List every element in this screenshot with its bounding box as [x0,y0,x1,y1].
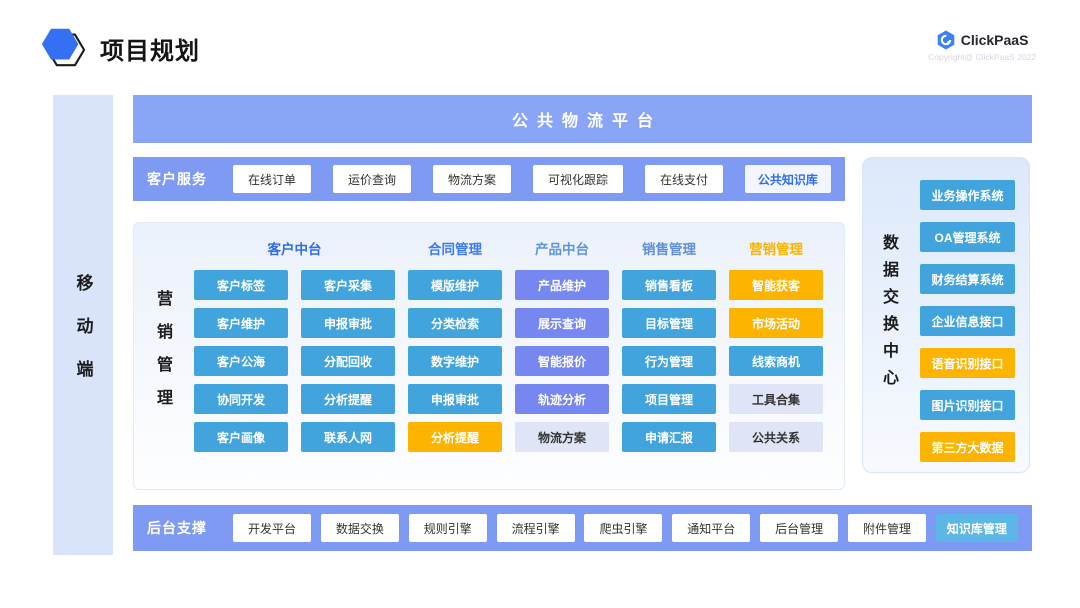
backend-button[interactable]: 规则引擎 [409,514,487,542]
module-chip[interactable]: 智能获客 [729,270,823,300]
module-chip[interactable]: 产品维护 [515,270,609,300]
exchange-chip[interactable]: 企业信息接口 [920,306,1015,336]
module-chip[interactable]: 联系人网 [301,422,395,452]
mobile-side-bar: 移动端 [53,95,113,555]
module-chip[interactable]: 分类检索 [408,308,502,338]
module-chip[interactable]: 轨迹分析 [515,384,609,414]
module-grid: 客户中台合同管理产品中台销售管理营销管理 客户标签客户采集模版维护产品维护销售看… [194,238,823,452]
module-chip[interactable]: 目标管理 [622,308,716,338]
clickpaas-logo-icon [936,30,956,50]
platform-banner: 公共物流平台 [133,95,1032,143]
backend-button[interactable]: 爬虫引擎 [584,514,662,542]
page-title: 项目规划 [100,31,200,66]
column-header: 合同管理 [408,238,502,258]
exchange-chip[interactable]: 财务结算系统 [920,264,1015,294]
customer-service-label: 客户服务 [147,169,207,189]
title-hexagon-icon [40,24,86,70]
exchange-chip[interactable]: 第三方大数据 [920,432,1015,462]
module-chip[interactable]: 数字维护 [408,346,502,376]
exchange-chip[interactable]: OA管理系统 [920,222,1015,252]
backend-button[interactable]: 数据交换 [321,514,399,542]
module-chip[interactable]: 客户采集 [301,270,395,300]
customer-service-button[interactable]: 公共知识库 [745,165,831,193]
customer-service-buttons: 在线订单运价查询物流方案可视化跟踪在线支付公共知识库 [233,165,831,193]
module-chip[interactable]: 行为管理 [622,346,716,376]
column-header: 营销管理 [729,238,823,258]
module-chip[interactable]: 申报审批 [301,308,395,338]
module-chip[interactable]: 分析提醒 [408,422,502,452]
module-chip[interactable]: 申请汇报 [622,422,716,452]
module-chip[interactable]: 客户标签 [194,270,288,300]
exchange-chip[interactable]: 图片识别接口 [920,390,1015,420]
module-chip[interactable]: 客户画像 [194,422,288,452]
backend-button[interactable]: 开发平台 [233,514,311,542]
module-chip[interactable]: 分析提醒 [301,384,395,414]
exchange-chip[interactable]: 语音识别接口 [920,348,1015,378]
backend-button[interactable]: 附件管理 [848,514,926,542]
module-chip[interactable]: 客户维护 [194,308,288,338]
brand-name: ClickPaaS [961,32,1029,48]
data-exchange-panel: 数据交换中心 业务操作系统 OA管理系统财务结算系统企业信息接口语音识别接口图片识… [862,157,1030,473]
data-exchange-side-label: 数据交换中心 [876,234,900,396]
column-header: 产品中台 [515,238,609,258]
marketing-module-panel: 营销管理 客户中台合同管理产品中台销售管理营销管理 客户标签客户采集模版维护产品… [133,222,845,490]
module-chip[interactable]: 项目管理 [622,384,716,414]
customer-service-row: 客户服务 在线订单运价查询物流方案可视化跟踪在线支付公共知识库 [133,157,845,201]
backend-button[interactable]: 后台管理 [760,514,838,542]
customer-service-button[interactable]: 运价查询 [333,165,411,193]
mobile-side-label: 移动端 [71,274,96,403]
customer-service-button[interactable]: 物流方案 [433,165,511,193]
module-chip[interactable]: 线索商机 [729,346,823,376]
module-chip[interactable]: 协同开发 [194,384,288,414]
module-chip[interactable]: 公共关系 [729,422,823,452]
module-column-headers: 客户中台合同管理产品中台销售管理营销管理 [194,238,823,258]
backend-button[interactable]: 知识库管理 [936,514,1018,542]
module-chip[interactable]: 智能报价 [515,346,609,376]
customer-service-button[interactable]: 在线支付 [645,165,723,193]
backend-buttons: 开发平台数据交换规则引擎流程引擎爬虫引擎通知平台后台管理附件管理知识库管理 [233,514,1018,542]
module-chip[interactable]: 模版维护 [408,270,502,300]
module-chip-grid: 客户标签客户采集模版维护产品维护销售看板智能获客客户维护申报审批分类检索展示查询… [194,270,823,452]
exchange-chip[interactable]: 业务操作系统 [920,180,1015,210]
data-exchange-buttons: 业务操作系统 OA管理系统财务结算系统企业信息接口语音识别接口图片识别接口第三方大… [920,180,1015,462]
module-chip[interactable]: 分配回收 [301,346,395,376]
module-chip[interactable]: 销售看板 [622,270,716,300]
backend-support-row: 后台支撑 开发平台数据交换规则引擎流程引擎爬虫引擎通知平台后台管理附件管理知识库… [133,505,1032,551]
page: 项目规划 ClickPaaS Copyright@ ClickPaaS 2022… [0,0,1080,608]
backend-button[interactable]: 流程引擎 [497,514,575,542]
platform-banner-label: 公共物流平台 [503,107,662,131]
module-chip[interactable]: 物流方案 [515,422,609,452]
column-header: 客户中台 [194,238,395,258]
brand-logo: ClickPaaS Copyright@ ClickPaaS 2022 [928,30,1036,62]
customer-service-button[interactable]: 在线订单 [233,165,311,193]
column-header: 销售管理 [622,238,716,258]
backend-support-label: 后台支撑 [147,518,207,538]
module-chip[interactable]: 市场活动 [729,308,823,338]
module-chip[interactable]: 申报审批 [408,384,502,414]
module-chip[interactable]: 客户公海 [194,346,288,376]
marketing-side-label: 营销管理 [150,290,174,422]
copyright-text: Copyright@ ClickPaaS 2022 [928,52,1036,62]
backend-button[interactable]: 通知平台 [672,514,750,542]
module-chip[interactable]: 工具合集 [729,384,823,414]
customer-service-button[interactable]: 可视化跟踪 [533,165,623,193]
module-chip[interactable]: 展示查询 [515,308,609,338]
